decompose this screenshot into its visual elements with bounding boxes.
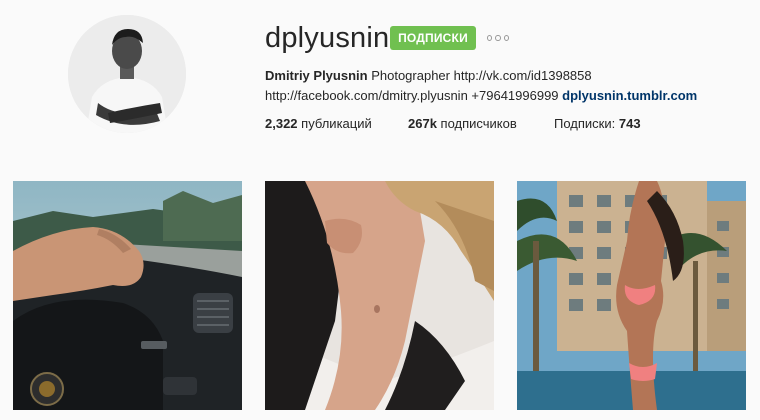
posts-count: 2,322 xyxy=(265,116,298,131)
post-bikini-palms[interactable] xyxy=(517,181,746,410)
more-options-icon[interactable] xyxy=(487,33,509,43)
external-link[interactable]: dplyusnin.tumblr.com xyxy=(562,88,697,103)
dot-icon xyxy=(495,35,501,41)
posts-count-stat: 2,322 публикаций xyxy=(265,114,372,134)
posts-label: публикаций xyxy=(301,116,372,131)
followers-count: 267k xyxy=(408,116,437,131)
dot-icon xyxy=(503,35,509,41)
full-name: Dmitriy Plyusnin xyxy=(265,68,368,83)
profile-page: dplyusnin ПОДПИСКИ Dmitriy Plyusnin Phot… xyxy=(0,0,760,420)
post-portrait-bed[interactable] xyxy=(265,181,494,410)
bio-text: http://facebook.com/dmitry.plyusnin +796… xyxy=(265,88,559,103)
bio-text: Photographer http://vk.com/id1398858 xyxy=(371,68,592,83)
following-stat[interactable]: Подписки: 743 xyxy=(554,114,641,134)
profile-stats: 2,322 публикаций 267k подписчиков Подпис… xyxy=(265,114,665,134)
following-count: 743 xyxy=(618,116,641,131)
dot-icon xyxy=(487,35,493,41)
profile-bio: Dmitriy Plyusnin Photographer http://vk.… xyxy=(265,66,735,106)
post-car-interior[interactable] xyxy=(13,181,242,410)
profile-avatar[interactable] xyxy=(68,15,186,133)
follow-button[interactable]: ПОДПИСКИ xyxy=(390,26,476,50)
bio-line-2: http://facebook.com/dmitry.plyusnin +796… xyxy=(265,86,735,106)
following-label: Подписки: xyxy=(554,116,616,131)
bio-line-1: Dmitriy Plyusnin Photographer http://vk.… xyxy=(265,66,735,86)
profile-username: dplyusnin xyxy=(265,22,390,54)
followers-stat[interactable]: 267k подписчиков xyxy=(408,114,517,134)
followers-label: подписчиков xyxy=(440,116,517,131)
